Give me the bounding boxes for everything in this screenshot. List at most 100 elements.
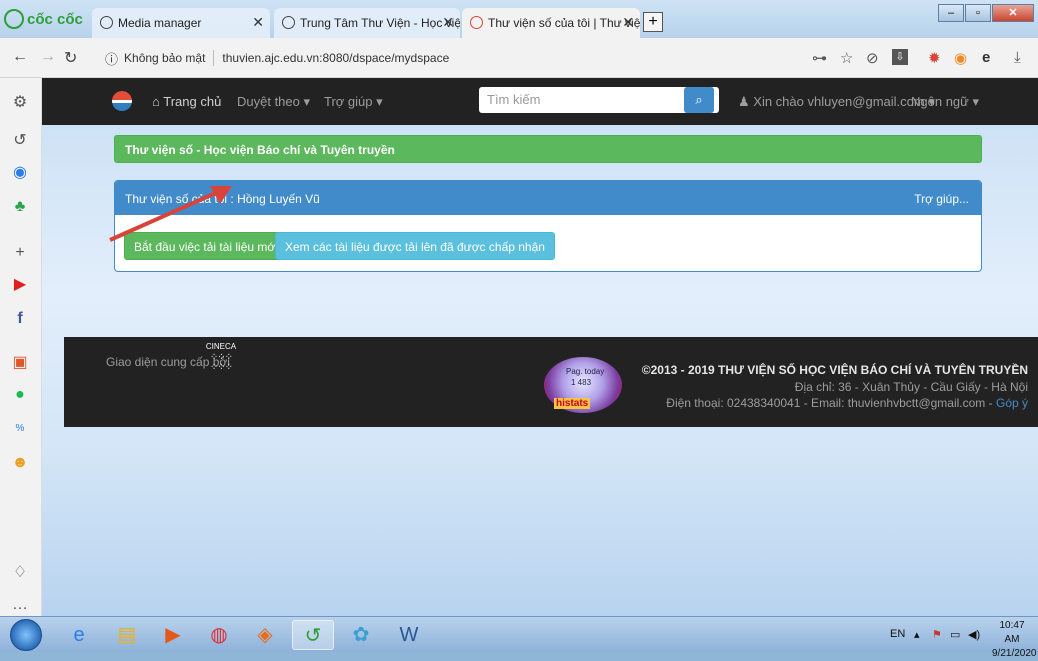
window-close-button[interactable]: ✕ [992,4,1034,22]
minimize-button[interactable]: – [938,4,964,22]
file-explorer-icon[interactable]: ▤ [106,620,148,650]
more-icon[interactable]: … [9,594,31,616]
cineca-logo[interactable]: CINECA ⁘⁘⁘ ⁘⁘⁘ [204,343,238,379]
url-separator [213,50,215,66]
nav-help[interactable]: Trợ giúp ▾ [324,94,383,110]
forward-arrow-icon[interactable]: → [40,48,56,66]
youtube-icon[interactable]: ▶ [9,274,31,296]
panel-help-link[interactable]: Trợ giúp... [914,192,969,206]
volume-icon[interactable]: ◀) [968,628,980,641]
browser-brand: cốc cốc [27,10,83,28]
footer-copyright: ©2013 - 2019 THƯ VIỆN SỐ HỌC VIỆN BÁO CH… [641,363,1028,377]
browser-sidebar: ⚙ ↺ ◉ ♣ + ▶ f ▣ ● % ☻ ♢ … [0,78,42,616]
mascot-icon[interactable]: ☻ [9,452,31,474]
tab-title: Thư viện số của tôi | Thư viện [488,16,640,30]
user-menu[interactable]: ♟ Xin chào vhluyen@gmail.com ▾ [738,94,935,110]
close-tab-icon[interactable]: ✕ [252,14,264,31]
app-icon[interactable]: ✿ [340,620,382,650]
site-logo[interactable] [112,91,132,111]
close-tab-icon[interactable]: ✕ [442,14,454,31]
language-menu[interactable]: Ngôn ngữ ▾ [911,94,979,110]
stats-label: Pag. today [566,367,605,376]
tab-title: Media manager [118,16,202,30]
paint-icon[interactable]: ◈ [244,620,286,650]
spotify-icon[interactable]: ● [9,384,31,406]
shield-icon[interactable]: ⊘ [866,49,879,67]
my-library-panel: Thư viện số của tôi : Hồng Luyến Vũ Trợ … [114,180,982,272]
footer-contact: Điện thoại: 02438340041 - Email: thuvien… [666,396,1028,410]
page-viewport: ⌂ Trang chủ Duyệt theo ▾ Trợ giúp ▾ Tìm … [42,78,1038,616]
notification-bell-icon[interactable]: ♢ [9,562,31,584]
coccoc-taskbar-icon[interactable]: ↺ [292,620,334,650]
site-favicon-icon [470,16,483,29]
search-input[interactable]: Tìm kiếm [479,87,719,113]
network-icon[interactable]: ▭ [950,628,960,641]
close-tab-icon[interactable]: ✕ [622,14,634,31]
url-field[interactable]: ⓘ Không bảo mật thuvien.ajc.edu.vn:8080/… [105,46,785,70]
discount-icon[interactable]: % [9,418,31,440]
coccoc-logo[interactable]: cốc cốc [4,6,88,32]
search-button[interactable]: ⌕ [684,87,714,113]
extension-icon[interactable]: ✹ [928,49,941,67]
url-text: thuvien.ajc.edu.vn:8080/dspace/mydspace [222,51,450,65]
start-button[interactable] [10,619,42,651]
star-icon[interactable]: ☆ [840,49,853,67]
history-icon[interactable]: ↺ [9,130,31,152]
key-icon[interactable]: ⊶ [812,49,827,67]
cineca-mark: ⁘⁘⁘ ⁘⁘⁘ [209,352,233,373]
settings-icon[interactable]: ⚙ [9,92,31,114]
cineca-label: CINECA [205,342,237,351]
nav-home[interactable]: ⌂ Trang chủ [152,94,221,109]
stats-count: 1 483 [571,378,592,387]
media-player-icon[interactable]: ▶ [152,620,194,650]
nav-home-label: Trang chủ [163,94,222,109]
window-controls: – ▫ ✕ [938,4,1034,22]
view-accepted-button[interactable]: Xem các tài liệu được tải lên đã được ch… [275,232,555,260]
arrow-shaft [109,190,219,242]
panel-header: Thư viện số của tôi : Hồng Luyến Vũ Trợ … [115,181,981,215]
footer-contact-text: Điện thoại: 02438340041 - Email: thuvien… [666,396,996,410]
windows-taskbar: e ▤ ▶ ◍ ◈ ↺ ✿ W EN ▴ ⚑ ▭ ◀) 10:47 AM 9/2… [0,616,1038,659]
annotation-arrow [109,186,232,242]
clock-time: 10:47 AM [999,620,1025,645]
tab-trung-tam-thu-vien[interactable]: Trung Tâm Thư Viện - Học việ ✕ [274,8,460,38]
action-center-flag-icon[interactable]: ⚑ [932,628,942,641]
game-icon[interactable]: ♣ [9,196,31,218]
messenger-icon[interactable]: ◉ [9,162,31,184]
coccoc-icon [4,9,24,29]
facebook-icon[interactable]: f [9,308,31,330]
clock-date: 9/21/2020 [992,648,1037,659]
site-footer: Giao diện cung cấp bởi CINECA ⁘⁘⁘ ⁘⁘⁘ Pag… [64,337,1038,427]
tab-title: Trung Tâm Thư Viện - Học việ [300,16,460,30]
tray-expand-icon[interactable]: ▴ [914,628,920,641]
tab-thu-vien-so[interactable]: Thư viện số của tôi | Thư viện ✕ [462,8,640,38]
tab-media-manager[interactable]: Media manager ✕ [92,8,270,38]
back-arrow-icon[interactable]: ← [12,48,28,66]
download-extension-icon[interactable]: ⇩ [892,49,908,65]
extension-icon[interactable]: ◉ [954,49,967,67]
shopee-icon[interactable]: ▣ [9,352,31,374]
maximize-button[interactable]: ▫ [965,4,991,22]
footer-address: Địa chỉ: 36 - Xuân Thủy - Cầu Giấy - Hà … [794,380,1028,394]
stats-brand: histats [554,398,591,409]
chrome-icon[interactable]: ◍ [198,620,240,650]
security-label: Không bảo mật [124,51,206,65]
site-navbar: ⌂ Trang chủ Duyệt theo ▾ Trợ giúp ▾ Tìm … [42,78,1038,125]
nav-browse[interactable]: Duyệt theo ▾ [237,94,310,110]
internet-explorer-icon[interactable]: e [58,620,100,650]
feedback-link[interactable]: Góp ý [996,396,1028,410]
language-indicator[interactable]: EN [890,628,905,640]
system-clock[interactable]: 10:47 AM 9/21/2020 [992,619,1037,661]
profile-icon[interactable]: e [982,49,990,66]
download-icon[interactable]: ⤓ [1014,49,1021,66]
histats-counter[interactable]: Pag. today 1 483 histats [544,357,622,413]
site-banner: Thư viện số - Học viện Báo chí và Tuyên … [114,135,982,163]
reload-icon[interactable]: ↻ [64,48,77,68]
word-icon[interactable]: W [388,620,430,650]
home-icon: ⌂ [152,94,160,109]
add-icon[interactable]: + [9,242,31,264]
new-tab-button[interactable]: + [643,12,663,32]
user-icon: ♟ [738,94,750,109]
globe-icon [282,16,295,29]
info-icon[interactable]: ⓘ [105,49,118,68]
